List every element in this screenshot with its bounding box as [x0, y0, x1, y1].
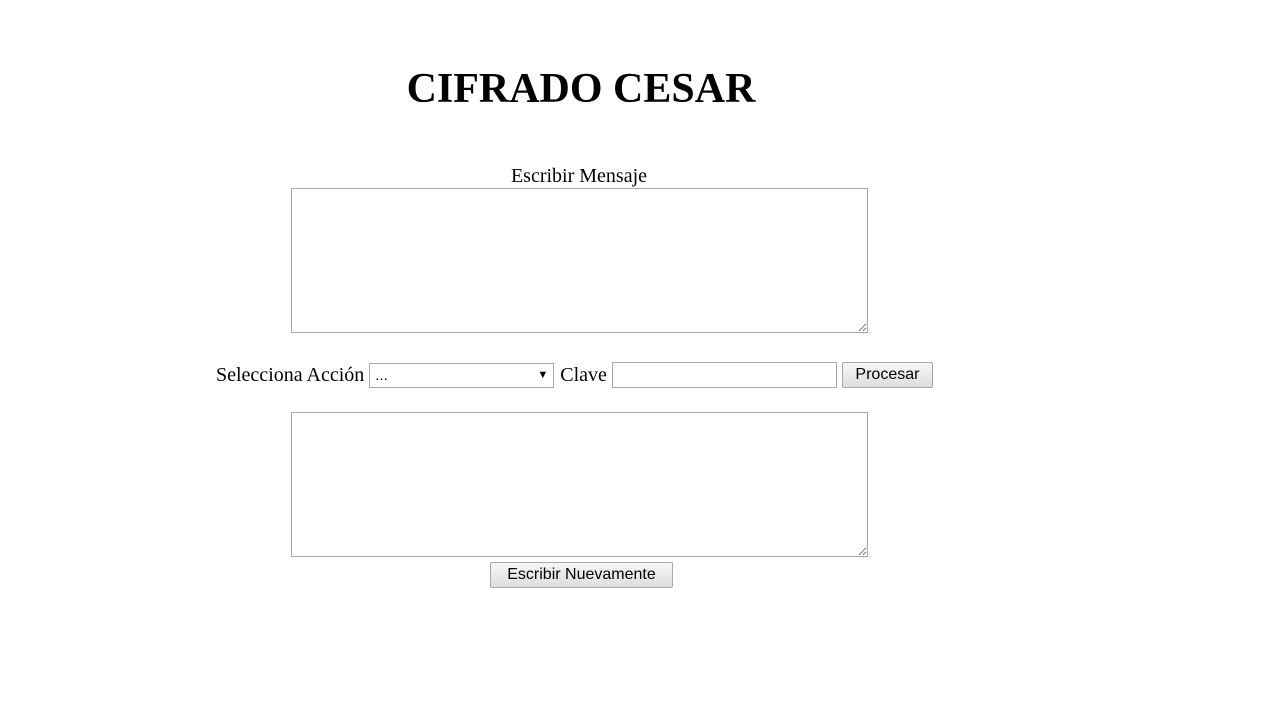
- key-label: Clave: [560, 364, 607, 386]
- rewrite-button[interactable]: Escribir Nuevamente: [490, 562, 673, 588]
- action-select-value: ...: [375, 366, 388, 384]
- page: CIFRADO CESAR Escribir Mensaje Seleccion…: [0, 0, 1280, 720]
- page-title: CIFRADO CESAR: [406, 66, 756, 112]
- caret-down-icon: ▼: [537, 368, 549, 381]
- action-row: Selecciona Acción ... ▼ Clave Procesar: [216, 361, 933, 389]
- process-button[interactable]: Procesar: [841, 362, 933, 388]
- message-textarea[interactable]: [291, 188, 868, 333]
- result-textarea[interactable]: [291, 412, 868, 557]
- key-input[interactable]: [611, 362, 837, 388]
- action-label: Selecciona Acción: [216, 364, 365, 386]
- action-select[interactable]: ... ▼: [369, 362, 555, 388]
- message-label: Escribir Mensaje: [510, 165, 648, 187]
